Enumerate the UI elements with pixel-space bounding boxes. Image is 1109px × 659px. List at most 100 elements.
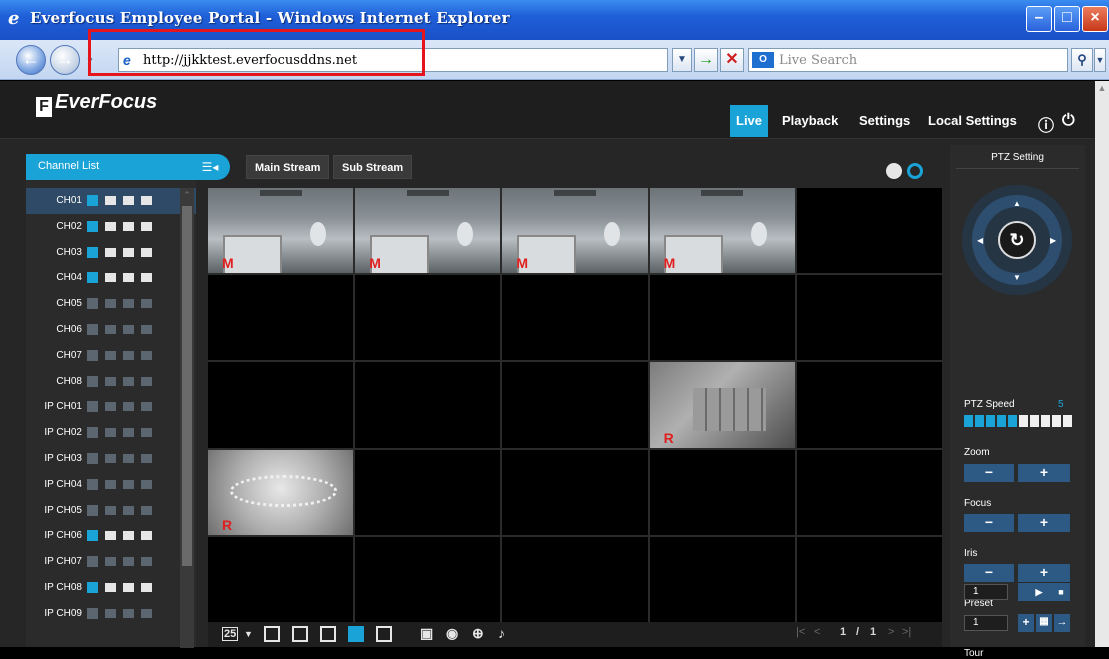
nav-playback[interactable]: Playback xyxy=(776,105,844,137)
record-icon[interactable] xyxy=(105,479,116,490)
stream-icon[interactable] xyxy=(141,479,152,490)
video-cell[interactable] xyxy=(355,536,501,622)
speed-step[interactable] xyxy=(964,415,973,427)
stop-button[interactable]: ✕ xyxy=(720,48,744,72)
snapshot-icon[interactable] xyxy=(123,505,134,516)
snapshot-icon[interactable] xyxy=(123,582,134,593)
video-cell[interactable] xyxy=(502,449,648,535)
history-dropdown-icon[interactable]: ▼ xyxy=(86,56,94,65)
live-view-icon[interactable] xyxy=(87,504,98,516)
single-view-icon[interactable] xyxy=(320,626,336,642)
channel-row[interactable]: IP CH04 xyxy=(26,472,196,498)
back-button[interactable]: ← xyxy=(16,45,46,75)
snapshot-icon[interactable] xyxy=(123,195,134,206)
video-cell[interactable]: M xyxy=(355,188,501,274)
stream-icon[interactable] xyxy=(141,272,152,283)
video-cell[interactable] xyxy=(649,449,795,535)
speed-step[interactable] xyxy=(1063,415,1072,427)
live-view-icon[interactable] xyxy=(87,246,98,258)
video-cell[interactable] xyxy=(208,275,354,361)
channel-row[interactable]: IP CH09 xyxy=(26,601,196,627)
video-cell[interactable]: R xyxy=(208,449,354,535)
channel-row[interactable]: CH07 xyxy=(26,343,196,369)
speed-step[interactable] xyxy=(975,415,984,427)
snapshot-icon[interactable] xyxy=(123,608,134,619)
record-icon[interactable] xyxy=(105,376,116,387)
sub-stream-button[interactable]: Sub Stream xyxy=(333,155,413,179)
speed-step[interactable] xyxy=(1019,415,1028,427)
minimize-button[interactable]: – xyxy=(1026,6,1052,32)
video-cell[interactable]: M xyxy=(208,188,354,274)
live-view-icon[interactable] xyxy=(87,401,98,413)
live-view-icon[interactable] xyxy=(87,349,98,361)
scroll-up-icon[interactable]: ▲ xyxy=(1096,83,1108,93)
list-scroll-thumb[interactable] xyxy=(182,206,192,566)
stream-icon[interactable] xyxy=(141,195,152,206)
record-icon[interactable] xyxy=(105,350,116,361)
channel-row[interactable]: IP CH01 xyxy=(26,394,196,420)
search-input[interactable]: O Live Search xyxy=(748,48,1068,72)
forward-button[interactable]: → xyxy=(50,45,80,75)
video-cell[interactable] xyxy=(208,536,354,622)
live-view-icon[interactable] xyxy=(87,323,98,335)
first-page-icon[interactable]: |< xyxy=(796,626,805,638)
address-dropdown-button[interactable]: ▼ xyxy=(672,48,692,72)
preset-goto-icon[interactable]: → xyxy=(1054,614,1070,632)
next-page-icon[interactable]: > xyxy=(888,626,894,638)
ptz-up-icon[interactable]: ▲ xyxy=(1013,199,1021,208)
stream-icon[interactable] xyxy=(141,324,152,335)
audio-mute-icon[interactable]: ♪ xyxy=(498,625,505,641)
live-view-icon[interactable] xyxy=(87,272,98,284)
snapshot-icon[interactable] xyxy=(123,221,134,232)
color-adjust-icon[interactable] xyxy=(886,163,902,179)
live-view-icon[interactable] xyxy=(87,452,98,464)
layout-select-icon[interactable]: 25 xyxy=(222,627,239,641)
video-cell[interactable] xyxy=(649,275,795,361)
last-page-icon[interactable]: >| xyxy=(902,626,911,638)
channel-row[interactable]: IP CH07 xyxy=(26,549,196,575)
ptz-down-icon[interactable]: ▼ xyxy=(1013,273,1021,282)
channel-row[interactable]: CH05 xyxy=(26,291,196,317)
zoom-in-button[interactable]: + xyxy=(1018,464,1070,482)
video-cell[interactable]: R xyxy=(649,362,795,448)
stream-icon[interactable] xyxy=(141,453,152,464)
snapshot-icon[interactable] xyxy=(123,427,134,438)
record-icon[interactable] xyxy=(105,608,116,619)
stream-icon[interactable] xyxy=(141,298,152,309)
main-stream-button[interactable]: Main Stream xyxy=(246,155,330,179)
speed-step[interactable] xyxy=(1041,415,1050,427)
stream-icon[interactable] xyxy=(141,221,152,232)
snapshot-icon[interactable]: ◉ xyxy=(446,625,458,642)
record-icon[interactable] xyxy=(105,453,116,464)
prev-group-icon[interactable] xyxy=(264,626,280,642)
video-cell[interactable] xyxy=(355,362,501,448)
live-view-icon[interactable] xyxy=(87,298,98,310)
info-icon[interactable]: ⓘ xyxy=(1038,112,1054,136)
zoom-in-icon[interactable]: ⊕ xyxy=(472,625,484,642)
live-view-icon[interactable] xyxy=(87,556,98,568)
ptz-right-icon[interactable]: ▶ xyxy=(1050,236,1056,245)
record-icon[interactable] xyxy=(105,427,116,438)
stream-icon[interactable] xyxy=(141,505,152,516)
video-cell[interactable] xyxy=(796,536,942,622)
record-icon[interactable] xyxy=(105,272,116,283)
search-button[interactable]: ⚲ xyxy=(1071,48,1093,72)
live-view-icon[interactable] xyxy=(87,220,98,232)
channel-menu-toggle-icon[interactable]: ☰◂ xyxy=(196,158,224,176)
video-cell[interactable]: M xyxy=(649,188,795,274)
ptz-left-icon[interactable]: ◀ xyxy=(977,236,983,245)
preset-delete-icon[interactable]: ▦ xyxy=(1036,614,1052,632)
channel-list-scrollbar[interactable]: ⌃ xyxy=(180,188,194,648)
channel-row[interactable]: CH04 xyxy=(26,265,196,291)
channel-row[interactable]: CH03 xyxy=(26,240,196,266)
focus-plus-button[interactable]: + xyxy=(1018,514,1070,532)
channel-row[interactable]: CH08 xyxy=(26,369,196,395)
go-button[interactable]: → xyxy=(694,48,718,72)
record-icon[interactable] xyxy=(105,221,116,232)
live-view-icon[interactable] xyxy=(87,195,98,206)
video-cell[interactable]: M xyxy=(502,188,648,274)
stream-icon[interactable] xyxy=(141,582,152,593)
record-icon[interactable] xyxy=(105,247,116,258)
live-view-icon[interactable] xyxy=(87,530,98,542)
video-cell[interactable] xyxy=(796,449,942,535)
